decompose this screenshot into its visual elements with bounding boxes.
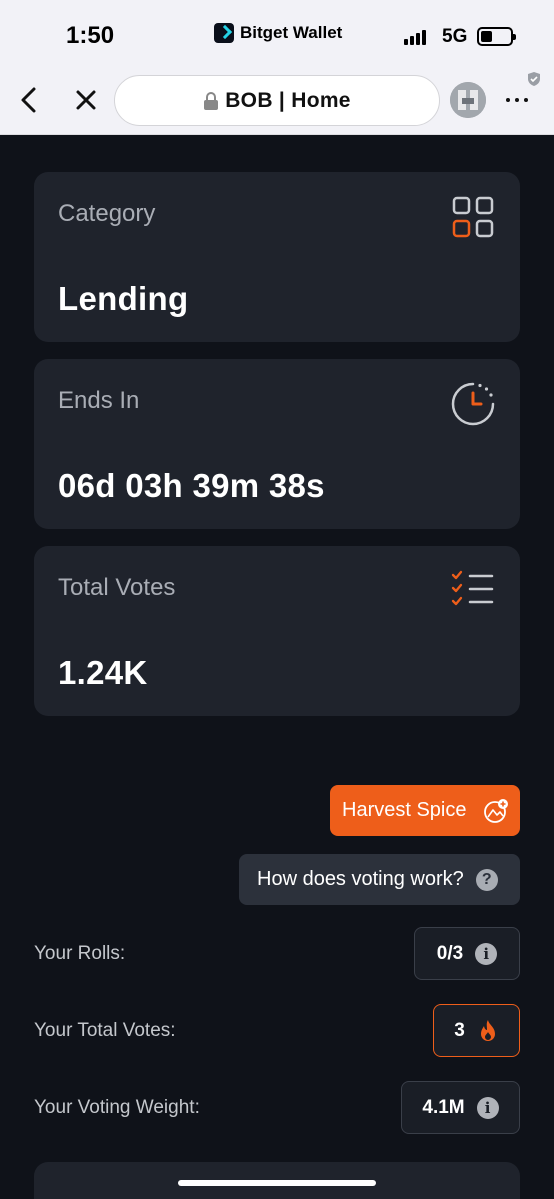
url-title: BOB | Home xyxy=(225,88,351,112)
bitget-logo-icon xyxy=(214,23,234,43)
status-bar: 1:50 Bitget Wallet 5G xyxy=(0,0,554,66)
how-voting-works-label: How does voting work? xyxy=(257,868,464,890)
ends-in-card: Ends In 06d 03h 39m 38s xyxy=(34,359,520,529)
checklist-icon xyxy=(451,570,494,606)
signal-icon xyxy=(404,30,426,45)
lock-icon xyxy=(204,91,219,110)
timer-icon xyxy=(451,382,495,426)
fire-icon xyxy=(480,1019,495,1041)
your-total-votes-pill[interactable]: 3 xyxy=(433,1004,520,1057)
category-title: Category xyxy=(58,200,156,227)
your-voting-weight-pill[interactable]: 4.1M i xyxy=(401,1081,520,1134)
close-icon[interactable] xyxy=(72,86,100,114)
harvest-spice-button[interactable]: Harvest Spice xyxy=(330,785,520,836)
shield-check-icon xyxy=(528,72,540,86)
your-rolls-pill[interactable]: 0/3 i xyxy=(414,927,520,980)
info-icon[interactable]: i xyxy=(476,1096,499,1119)
grid-icon xyxy=(452,196,494,238)
how-voting-works-button[interactable]: How does voting work? ? xyxy=(239,854,520,905)
total-votes-title: Total Votes xyxy=(58,574,176,601)
your-total-votes-value: 3 xyxy=(454,1019,465,1041)
app-badge: Bitget Wallet xyxy=(214,23,342,43)
back-icon[interactable] xyxy=(16,84,42,116)
category-card: Category Lending xyxy=(34,172,520,342)
question-icon: ? xyxy=(475,868,498,891)
browser-toolbar: BOB | Home xyxy=(0,66,554,135)
your-rolls-label: Your Rolls: xyxy=(34,943,126,964)
your-voting-weight-label: Your Voting Weight: xyxy=(34,1097,200,1118)
network-type: 5G xyxy=(442,26,468,47)
your-rolls-value: 0/3 xyxy=(436,942,464,964)
url-bar[interactable]: BOB | Home xyxy=(114,75,440,126)
ends-in-title: Ends In xyxy=(58,387,140,414)
app-name: Bitget Wallet xyxy=(240,23,343,42)
site-avatar-icon[interactable] xyxy=(450,82,486,118)
battery-icon xyxy=(477,27,516,46)
home-indicator xyxy=(178,1180,376,1186)
category-value: Lending xyxy=(58,280,189,317)
your-voting-weight-value: 4.1M xyxy=(422,1096,465,1118)
status-time: 1:50 xyxy=(66,22,115,49)
more-options-icon[interactable] xyxy=(506,98,528,102)
total-votes-card: Total Votes 1.24K xyxy=(34,546,520,716)
your-total-votes-label: Your Total Votes: xyxy=(34,1020,176,1041)
total-votes-value: 1.24K xyxy=(58,654,148,691)
harvest-icon xyxy=(483,798,508,823)
ends-in-value: 06d 03h 39m 38s xyxy=(58,467,325,504)
info-icon[interactable]: i xyxy=(475,942,498,965)
harvest-spice-label: Harvest Spice xyxy=(342,799,467,821)
